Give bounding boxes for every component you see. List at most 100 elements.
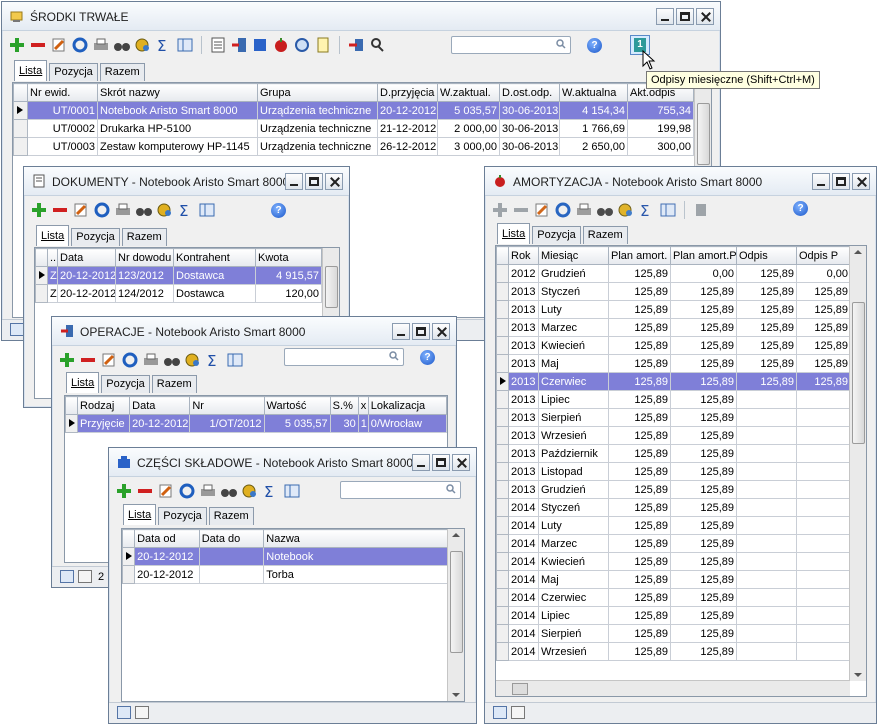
column-header[interactable]: Rodzaj <box>77 396 131 415</box>
table-cell[interactable] <box>796 606 851 625</box>
table-cell[interactable]: 125,89 <box>608 354 671 373</box>
close-button[interactable] <box>325 173 343 190</box>
table-cell[interactable]: 2014 <box>508 642 539 661</box>
column-header[interactable]: Kontrahent <box>173 248 256 267</box>
tab-razem[interactable]: Razem <box>208 507 254 525</box>
table-cell[interactable]: 1 766,69 <box>559 119 628 138</box>
close-button[interactable] <box>696 8 714 25</box>
tab-pozycja[interactable]: Pozycja <box>158 507 207 525</box>
table-cell[interactable] <box>736 426 797 445</box>
documents-icon[interactable] <box>209 36 227 54</box>
row-indicator[interactable] <box>122 565 136 584</box>
table-cell[interactable] <box>198 547 265 566</box>
table-cell[interactable]: 2012 <box>508 264 539 283</box>
column-header[interactable]: W.zaktual. <box>437 83 500 102</box>
table-cell[interactable]: 125,89 <box>670 462 737 481</box>
row-indicator[interactable] <box>122 547 136 566</box>
report-icon[interactable] <box>314 36 332 54</box>
table-cell[interactable]: Z <box>47 284 58 303</box>
row-indicator[interactable] <box>496 588 509 607</box>
table-cell[interactable]: Urządzenia techniczne <box>257 101 378 120</box>
table-cell[interactable] <box>736 462 797 481</box>
table-cell[interactable]: Listopad <box>538 462 609 481</box>
row-indicator[interactable] <box>496 570 509 589</box>
table-row[interactable]: UT/0003 Zestaw komputerowy HP-1145 Urządze… <box>13 137 694 156</box>
table-cell[interactable]: 2013 <box>508 336 539 355</box>
sum-icon[interactable]: Σ <box>262 482 280 500</box>
column-header[interactable]: Lokalizacja <box>367 396 447 415</box>
sum-icon[interactable]: Σ <box>155 36 173 54</box>
close-button[interactable] <box>852 173 870 190</box>
table-cell[interactable]: 125,89 <box>608 624 671 643</box>
refresh-icon[interactable] <box>93 201 111 219</box>
amortyzacja-hscroll-thumb[interactable] <box>512 683 528 695</box>
column-header[interactable]: W.aktualna <box>559 83 628 102</box>
table-cell[interactable]: 125,89 <box>670 372 737 391</box>
table-cell[interactable] <box>736 552 797 571</box>
table-cell[interactable]: 20-12-2012 <box>377 101 438 120</box>
table-cell[interactable]: 0,00 <box>796 264 851 283</box>
columns-icon[interactable] <box>283 482 301 500</box>
sum-icon[interactable]: Σ <box>638 201 656 219</box>
table-cell[interactable] <box>796 444 851 463</box>
maximize-button[interactable] <box>305 173 323 190</box>
table-cell[interactable] <box>736 516 797 535</box>
print-icon[interactable] <box>114 201 132 219</box>
table-cell[interactable]: 125,89 <box>670 642 737 661</box>
table-cell[interactable]: Drukarka HP-5100 <box>97 119 258 138</box>
edit-icon[interactable] <box>50 36 68 54</box>
columns-icon[interactable] <box>659 201 677 219</box>
table-row[interactable]: UT/0001 Notebook Aristo Smart 8000 Urządze… <box>13 101 694 120</box>
preview-icon[interactable] <box>368 36 386 54</box>
table-cell[interactable]: 125,89 <box>670 408 737 427</box>
calendar-icon[interactable] <box>692 201 710 219</box>
table-row[interactable]: 20-12-2012 Torba <box>122 565 448 584</box>
table-cell[interactable]: 2014 <box>508 534 539 553</box>
table-cell[interactable]: 125,89 <box>608 462 671 481</box>
minimize-button[interactable] <box>812 173 830 190</box>
table-row[interactable]: UT/0002 Drukarka HP-5100 Urządzenia techni… <box>13 119 694 138</box>
find-icon[interactable] <box>163 351 181 369</box>
column-header[interactable]: Skrót nazwy <box>97 83 258 102</box>
table-cell[interactable]: Maj <box>538 354 609 373</box>
table-row[interactable]: 20-12-2012 Notebook <box>122 547 448 566</box>
table-cell[interactable] <box>796 570 851 589</box>
tab-lista[interactable]: Lista <box>36 225 70 246</box>
table-row[interactable]: 2014 Marzec 125,89 125,89 <box>496 534 851 553</box>
table-cell[interactable]: 26-12-2012 <box>377 137 438 156</box>
tab-pozycja[interactable]: Pozycja <box>71 228 120 246</box>
amortyzacja-scroll-thumb[interactable] <box>852 302 865 444</box>
table-cell[interactable]: 125,89 <box>608 318 671 337</box>
minimize-button[interactable] <box>285 173 303 190</box>
table-cell[interactable]: 125,89 <box>670 300 737 319</box>
tab-razem[interactable]: Razem <box>582 226 628 244</box>
search-input[interactable] <box>451 36 571 54</box>
close-button[interactable] <box>432 323 450 340</box>
row-indicator[interactable] <box>496 390 509 409</box>
table-cell[interactable]: 125,89 <box>670 534 737 553</box>
table-cell[interactable] <box>796 624 851 643</box>
table-row[interactable]: 2013 Maj 125,89 125,89 125,89 125,89 <box>496 354 851 373</box>
table-cell[interactable] <box>796 588 851 607</box>
table-cell[interactable] <box>198 565 265 584</box>
table-cell[interactable]: 0,00 <box>670 264 737 283</box>
form-view-icon[interactable] <box>135 706 149 719</box>
table-cell[interactable]: 125,89 <box>670 444 737 463</box>
table-cell[interactable]: 5 035,57 <box>263 414 331 433</box>
delete-icon[interactable] <box>29 36 47 54</box>
table-cell[interactable]: 125,89 <box>670 498 737 517</box>
table-cell[interactable]: 125,89 <box>670 480 737 499</box>
print-icon[interactable] <box>142 351 160 369</box>
table-cell[interactable]: 125,89 <box>670 552 737 571</box>
table-cell[interactable] <box>736 606 797 625</box>
table-cell[interactable]: 125,89 <box>670 318 737 337</box>
table-cell[interactable]: 0/Wrocław <box>367 414 447 433</box>
column-header[interactable]: D.ost.odp. <box>499 83 560 102</box>
add-icon[interactable] <box>8 36 26 54</box>
table-cell[interactable]: Luty <box>538 300 609 319</box>
table-cell[interactable]: 125,89 <box>608 642 671 661</box>
table-cell[interactable]: 125,89 <box>608 516 671 535</box>
table-cell[interactable]: 300,00 <box>627 137 694 156</box>
column-header[interactable]: Data do <box>198 529 265 548</box>
row-indicator[interactable] <box>35 266 48 285</box>
